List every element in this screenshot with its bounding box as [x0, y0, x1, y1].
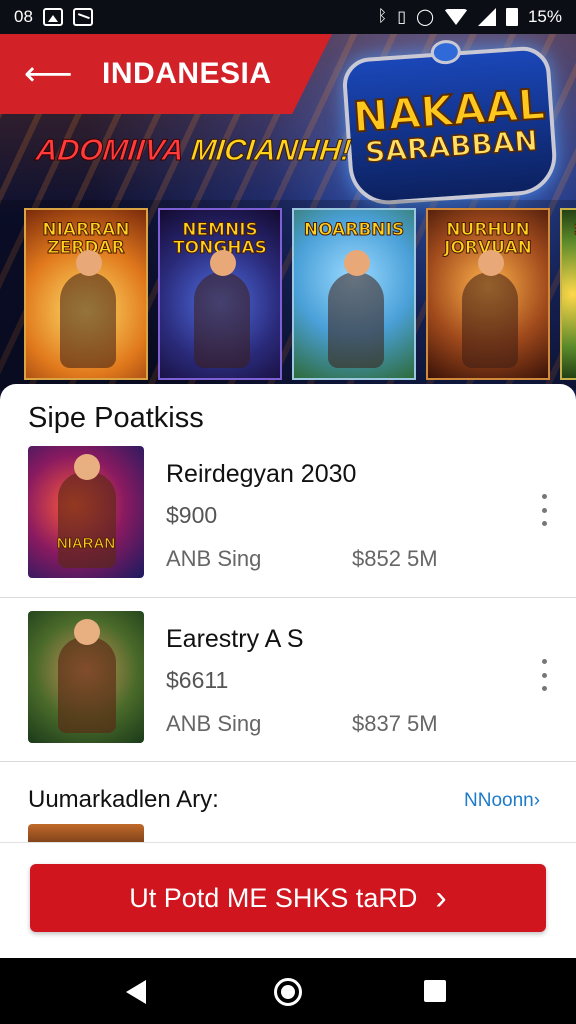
item-price: $900: [166, 502, 218, 528]
nav-back-icon[interactable]: [126, 980, 146, 1004]
item-publisher: ANB Sing: [166, 711, 262, 736]
item-size: $852 5M: [352, 546, 438, 571]
game-logo: NAKAAL SARABBAN: [341, 39, 559, 208]
item-price: $6611: [166, 667, 229, 693]
system-nav-bar: [0, 958, 576, 1024]
primary-action-label: Ut Potd ME SHKS taRD: [129, 882, 418, 913]
alarm-icon: ◯: [416, 9, 434, 26]
divider: [0, 597, 576, 598]
more-section-title: Uumarkadlen Ary:: [28, 786, 219, 813]
game-cover[interactable]: NURHUN JORVUAN: [426, 208, 550, 380]
tagline-part1: ADOMIIVA: [34, 134, 185, 168]
gem-icon: [430, 39, 462, 66]
list-item[interactable]: NIARAN Reirdegyan 2030 $900 ANB Sing $85…: [0, 446, 576, 611]
list-item[interactable]: Earestry A S $6611 ANB Sing $837 5M: [0, 611, 576, 776]
arrow-left-icon[interactable]: ⟵: [24, 57, 73, 91]
character-art: [60, 250, 116, 368]
hero-tagline: ADOMIIVA MICIANHH!: [34, 134, 353, 168]
bluetooth-icon: ᛒ: [377, 8, 388, 25]
battery-icon: [505, 8, 518, 26]
cover-title: NOARBNIS: [303, 220, 405, 240]
vibrate-icon: ▯: [397, 9, 407, 26]
signal-icon: [477, 8, 496, 26]
item-name: Earestry A S: [166, 625, 304, 653]
item-size: $837 5M: [352, 711, 438, 736]
thumbnail-badge: NIARAN: [56, 535, 116, 553]
cover-title: S: [568, 221, 576, 240]
nav-recents-icon[interactable]: [424, 980, 446, 1002]
section-title: Sipe Poatkiss: [28, 402, 204, 434]
cover-carousel[interactable]: NIARRAN ZERDAR NEMNIS TONGHAS NOARBNIS N…: [0, 200, 576, 390]
more-options-icon[interactable]: [534, 490, 554, 530]
hero-banner: ⟵ INDANESIA NAKAAL SARABBAN ADOMIIVA MIC…: [0, 34, 576, 400]
character-art: [328, 250, 384, 368]
photo-icon: [72, 8, 93, 26]
character-art: [462, 250, 518, 368]
character-art: [58, 619, 116, 733]
item-thumbnail: [28, 611, 144, 743]
chevron-right-icon: ›: [435, 879, 447, 917]
item-thumbnail: NIARAN: [28, 446, 144, 578]
page-title: INDANESIA: [102, 57, 272, 90]
character-art: [58, 454, 116, 568]
image-icon: [42, 8, 63, 26]
character-art: [194, 250, 250, 368]
see-more-label: NNoonn: [464, 790, 534, 811]
primary-action-button[interactable]: Ut Potd ME SHKS taRD ›: [30, 864, 546, 932]
tagline-part2: MICIANHH!: [189, 134, 353, 168]
content-sheet: Sipe Poatkiss NIARAN Reirdegyan 2030 $90…: [0, 384, 576, 842]
chevron-right-icon: ›: [533, 790, 541, 811]
bottom-action-area: Ut Potd ME SHKS taRD ›: [0, 842, 576, 958]
game-cover[interactable]: NOARBNIS: [292, 208, 416, 380]
more-options-icon[interactable]: [534, 655, 554, 695]
status-bar: 08 ᛒ ▯ ◯ 15%: [0, 0, 576, 34]
wifi-icon: [443, 9, 468, 25]
battery-percentage: 15%: [527, 7, 562, 26]
divider: [0, 761, 576, 762]
game-cover[interactable]: S: [560, 208, 576, 380]
game-cover[interactable]: NEMNIS TONGHAS: [158, 208, 282, 380]
status-time: 08: [14, 7, 33, 26]
header-bar: ⟵ INDANESIA: [0, 34, 332, 114]
item-name: Reirdegyan 2030: [166, 460, 357, 488]
see-more-link[interactable]: NNoonn›: [464, 790, 540, 812]
item-thumbnail[interactable]: [28, 824, 144, 842]
nav-home-icon[interactable]: [274, 978, 302, 1006]
item-publisher: ANB Sing: [166, 546, 262, 571]
game-cover[interactable]: NIARRAN ZERDAR: [24, 208, 148, 380]
